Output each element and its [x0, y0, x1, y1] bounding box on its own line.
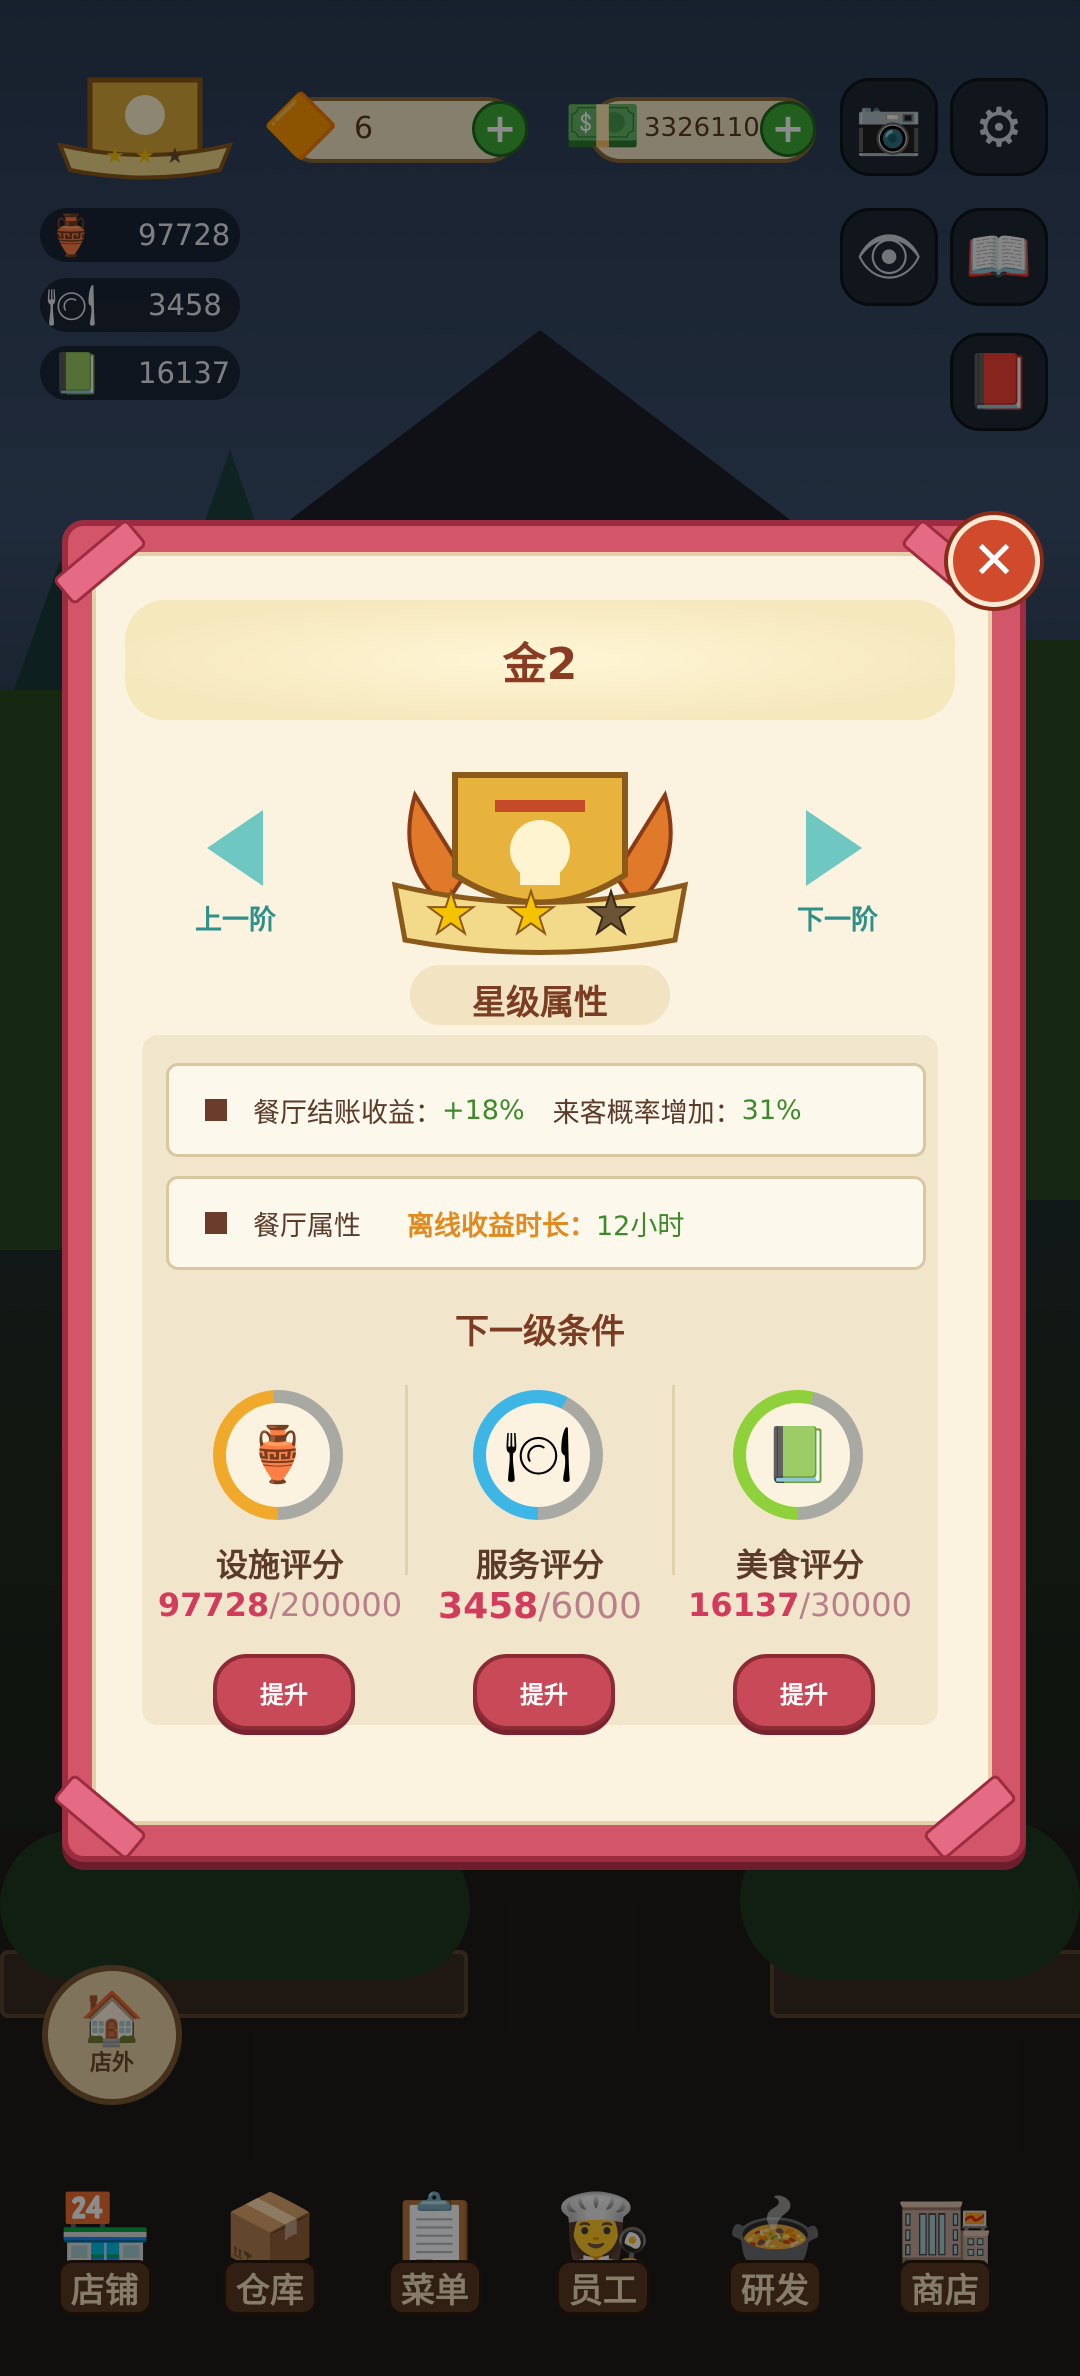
rank-emblem: ★ ★ ★	[385, 755, 695, 965]
restaurant-attr-label: 餐厅属性	[253, 1210, 361, 1242]
stat-progress-text: 16137/30000	[665, 1586, 935, 1624]
food-progress-ring: 📗	[733, 1390, 863, 1520]
stat-progress-text: 97728/200000	[145, 1586, 415, 1624]
next-rank-label: 下一阶	[797, 905, 878, 936]
arrow-left-icon	[207, 810, 263, 886]
offline-duration-value: 12小时	[596, 1210, 685, 1242]
upgrade-service-button[interactable]: 提升	[473, 1654, 615, 1730]
next-rank-button[interactable]: 下一阶	[792, 810, 892, 940]
recipe-book-icon: 📗	[746, 1403, 850, 1507]
visitor-rate-value: 31%	[741, 1094, 802, 1126]
close-button[interactable]: ✕	[948, 515, 1040, 607]
upgrade-food-button[interactable]: 提升	[733, 1654, 875, 1730]
prev-rank-button[interactable]: 上一阶	[195, 810, 295, 940]
stat-progress-text: 3458/6000	[405, 1586, 675, 1627]
checkout-income-label: 餐厅结账收益：	[253, 1097, 442, 1129]
close-icon: ✕	[972, 531, 1016, 591]
stat-label: 设施评分	[215, 1546, 344, 1584]
offline-duration-label: 离线收益时长：	[407, 1210, 596, 1242]
prev-rank-label: 上一阶	[195, 905, 276, 936]
rank-title: 金2	[502, 639, 578, 690]
stat-max: /200000	[269, 1586, 403, 1624]
stat-max: /6000	[538, 1586, 642, 1627]
stat-label: 美食评分	[735, 1546, 864, 1584]
golden-pot-icon: 🏺	[226, 1403, 330, 1507]
chef-hat-shield-icon: ★ ★ ★	[391, 772, 689, 955]
stat-current: 97728	[157, 1586, 270, 1624]
star-empty: ★	[585, 879, 637, 947]
attribute-row-offline: 餐厅属性 离线收益时长： 12小时	[166, 1176, 926, 1270]
bullet-square	[205, 1212, 227, 1234]
service-progress-ring: 🍽	[473, 1390, 603, 1520]
arrow-right-icon	[806, 810, 862, 886]
checkout-income-value: +18%	[442, 1094, 525, 1126]
stat-service: 🍽 服务评分 3458/6000 提升	[405, 1390, 675, 1730]
stat-max: /30000	[799, 1586, 912, 1624]
bullet-square	[205, 1099, 227, 1121]
next-level-title: 下一级条件	[455, 1312, 625, 1352]
upgrade-facility-button[interactable]: 提升	[213, 1654, 355, 1730]
stat-current: 3458	[438, 1586, 539, 1627]
stat-label: 服务评分	[475, 1546, 604, 1584]
star-filled: ★	[425, 879, 477, 947]
stat-food: 📗 美食评分 16137/30000 提升	[665, 1390, 935, 1730]
serving-tray-icon: 🍽	[486, 1403, 590, 1507]
attribute-row-income: 餐厅结账收益： +18% 来客概率增加： 31%	[166, 1063, 926, 1157]
star-filled: ★	[505, 879, 557, 947]
stat-current: 16137	[688, 1586, 800, 1624]
star-attributes-title: 星级属性	[472, 983, 608, 1023]
stat-facility: 🏺 设施评分 97728/200000 提升	[145, 1390, 415, 1730]
visitor-rate-label: 来客概率增加：	[552, 1097, 742, 1129]
facility-progress-ring: 🏺	[213, 1390, 343, 1520]
